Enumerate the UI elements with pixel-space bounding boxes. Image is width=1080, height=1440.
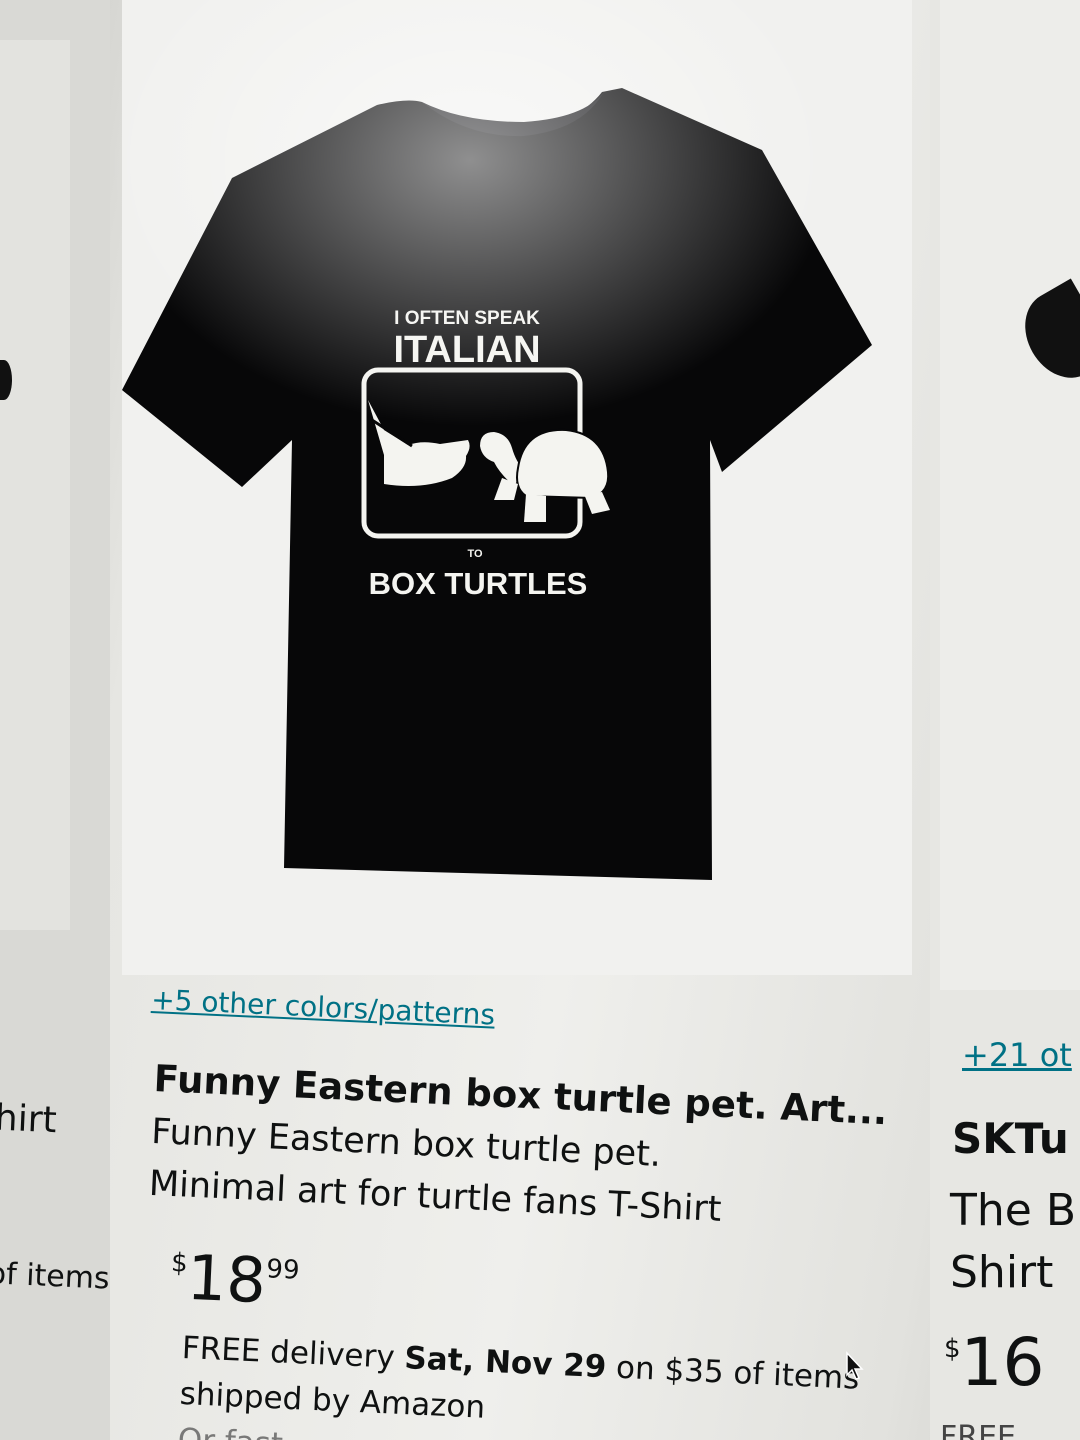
price-symbol: $ xyxy=(170,1247,189,1279)
delivery-text-left: 5 of items xyxy=(0,1255,111,1297)
shirt-text-2: ITALIAN xyxy=(393,329,540,371)
product-image-left[interactable] xyxy=(0,40,70,930)
product-card-right[interactable]: +21 ot SKTu The B Shirt $16 FREE xyxy=(930,0,1080,1440)
delivery-fragment-right: FREE xyxy=(940,1420,1017,1440)
product-title-block[interactable]: Funny Eastern box turtle pet. Art... Fun… xyxy=(148,1052,894,1243)
other-colors-link-right[interactable]: +21 ot xyxy=(962,1036,1072,1074)
product-subtitle-right-line1[interactable]: The B xyxy=(950,1180,1076,1242)
product-title-right[interactable]: SKTu xyxy=(952,1114,1069,1163)
delivery-suffix: on $35 of items xyxy=(605,1349,861,1397)
product-subtitle-right-line2[interactable]: Shirt xyxy=(950,1242,1076,1304)
delivery-prefix: FREE delivery xyxy=(181,1329,406,1377)
shirt-text-3: TO xyxy=(467,548,483,560)
delivery-date: Sat, Nov 29 xyxy=(403,1340,608,1386)
price-whole: 18 xyxy=(185,1240,268,1318)
price[interactable]: $1899 xyxy=(169,1240,301,1318)
product-card-left[interactable]: -Shirt 5 of items xyxy=(0,0,110,1440)
shirt-text-4: BOX TURTLES xyxy=(369,566,588,601)
screen: -Shirt 5 of items xyxy=(0,0,1080,1440)
product-image-right[interactable] xyxy=(940,0,1080,990)
price-symbol-right: $ xyxy=(944,1334,961,1364)
product-image[interactable]: I OFTEN SPEAK ITALIAN TO BOX TURTLES xyxy=(122,0,912,975)
mouse-cursor-icon xyxy=(846,1351,864,1380)
price-fraction: 99 xyxy=(265,1254,301,1286)
tshirt-image: I OFTEN SPEAK ITALIAN TO BOX TURTLES xyxy=(122,88,872,880)
product-subtitle-right[interactable]: The B Shirt xyxy=(950,1180,1076,1304)
price-whole-right: 16 xyxy=(960,1324,1045,1401)
price-right[interactable]: $16 xyxy=(944,1330,1045,1396)
shirt-text-1: I OFTEN SPEAK xyxy=(394,308,540,329)
product-title-left[interactable]: -Shirt xyxy=(0,1096,57,1141)
